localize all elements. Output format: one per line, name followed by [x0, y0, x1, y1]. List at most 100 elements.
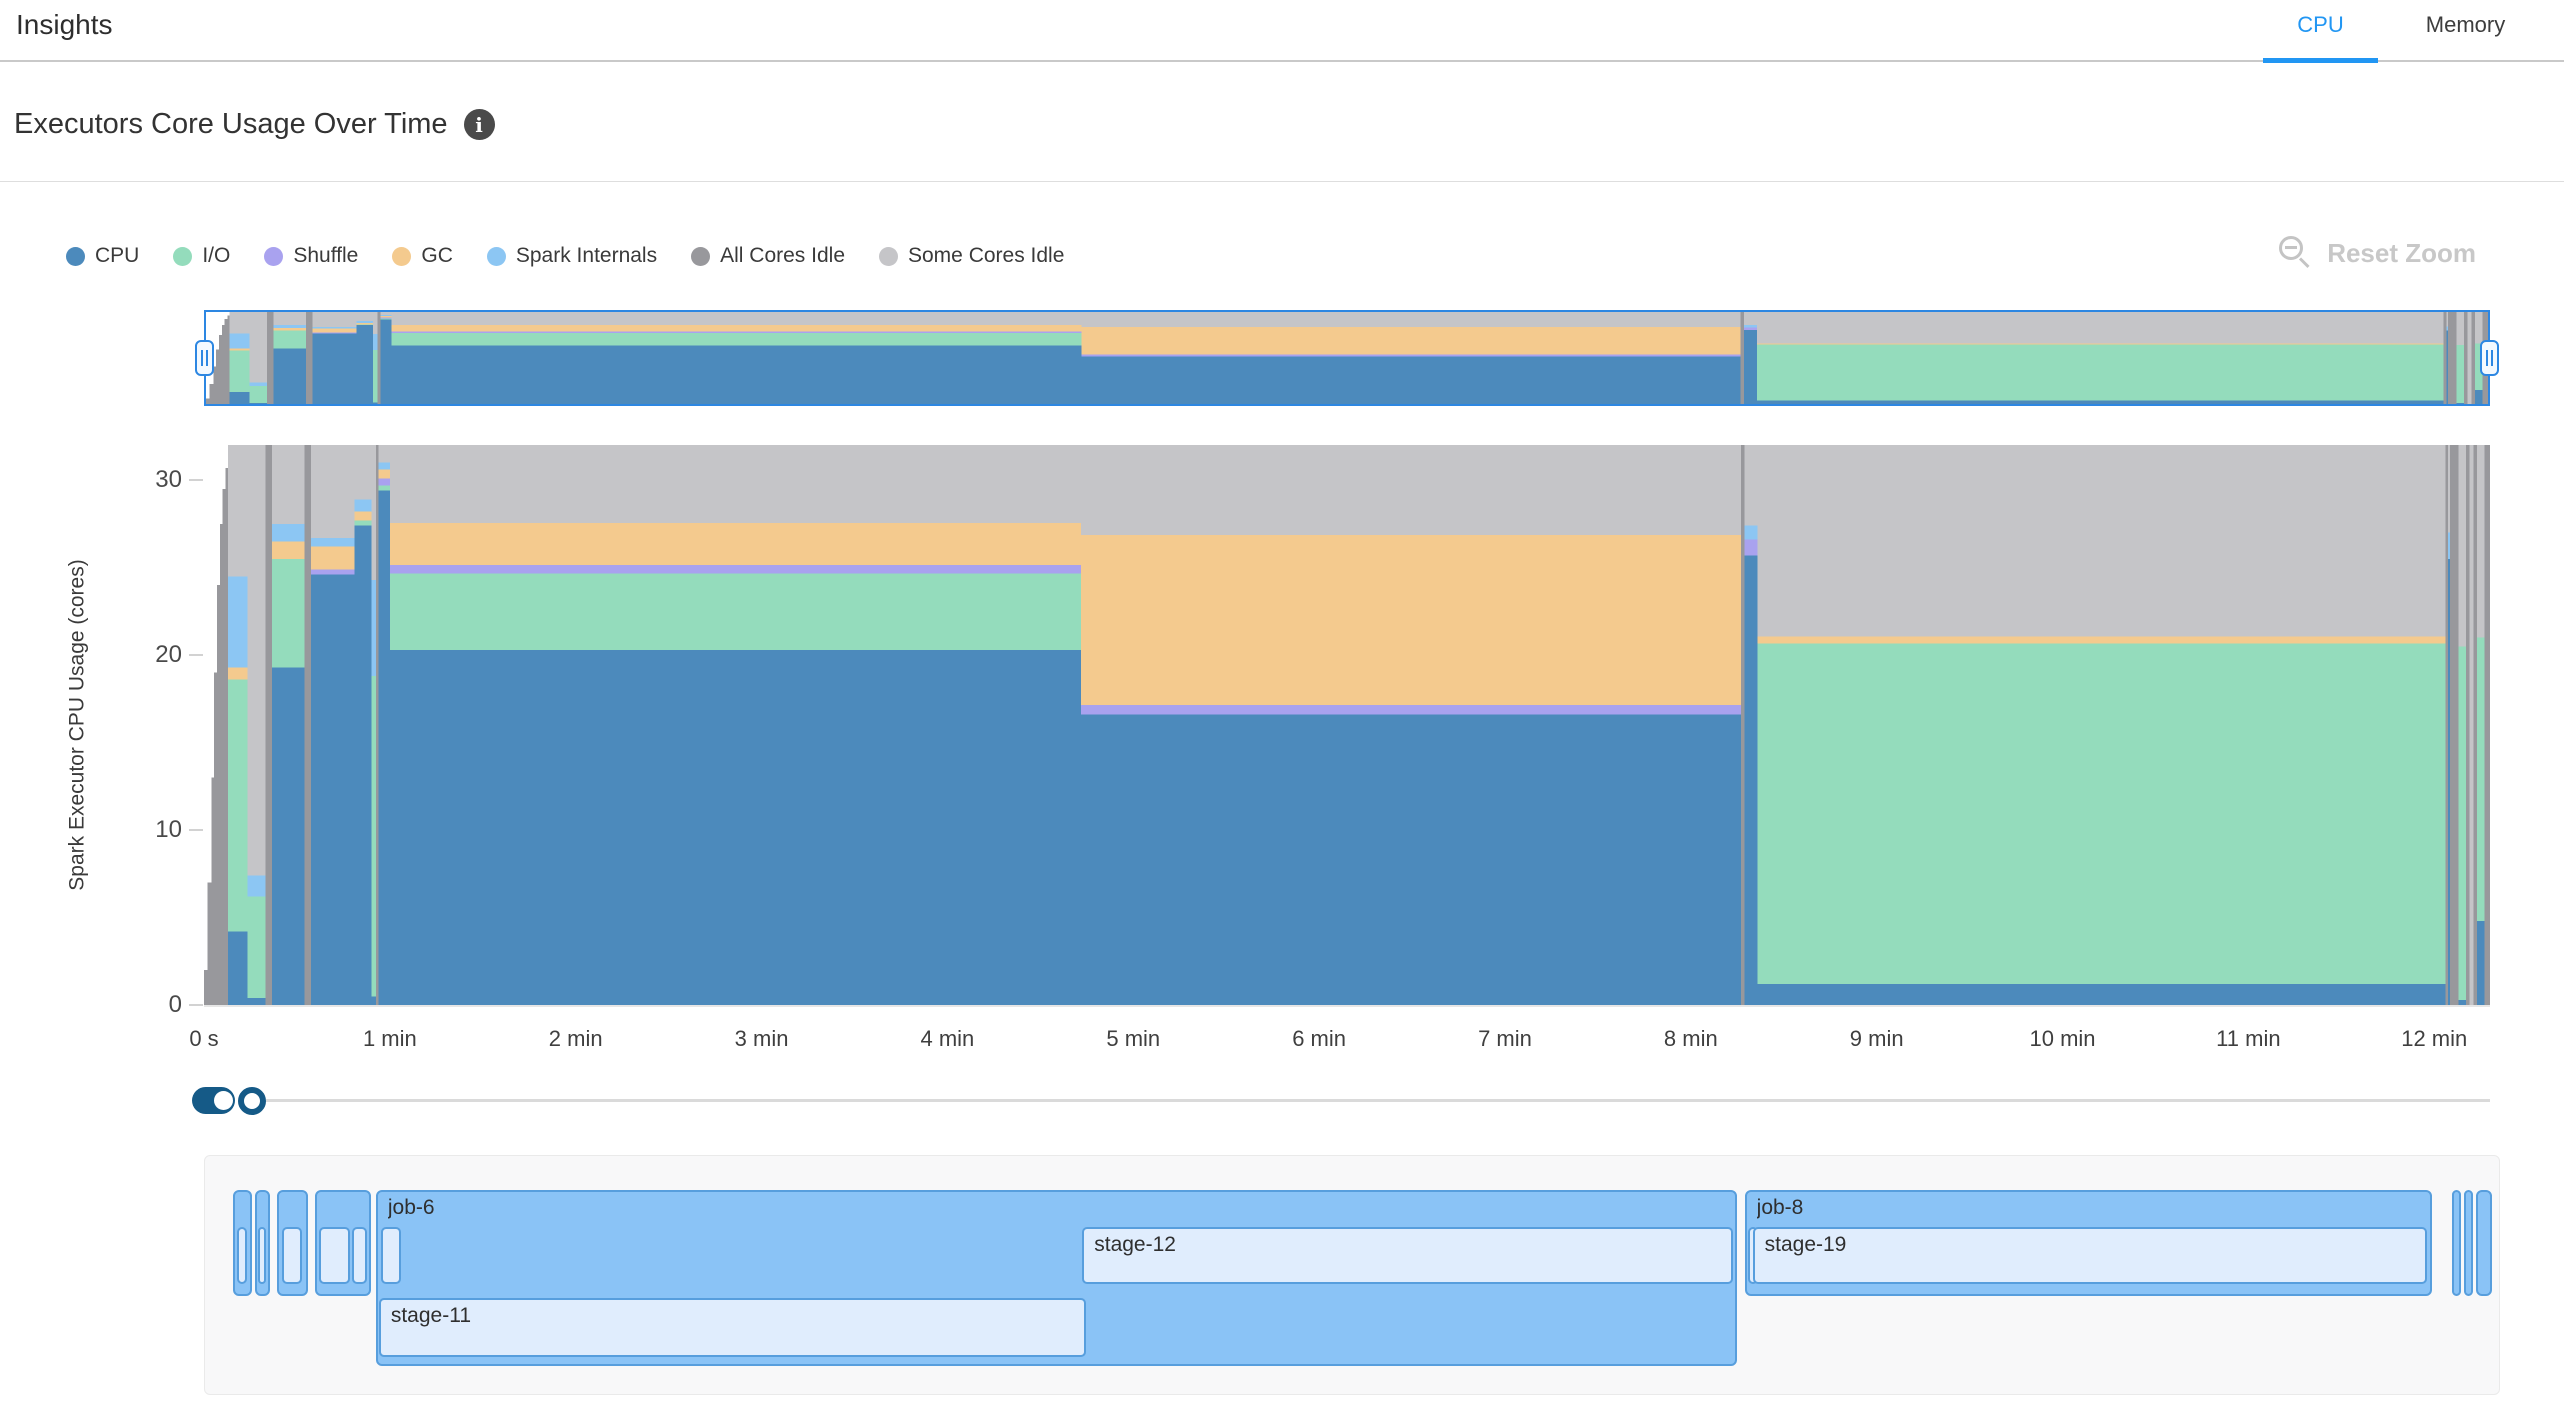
area-segment-some_idle [2446, 312, 2448, 326]
navigator-mini-chart[interactable] [206, 312, 2488, 404]
area-segment-shuffle [1745, 540, 1758, 556]
job-label: job-8 [1757, 1196, 1804, 1220]
legend-item-spark-internals[interactable]: Spark Internals [487, 244, 657, 268]
y-tick-label: 20 [132, 641, 182, 669]
x-tick-label: 10 min [1993, 1026, 2133, 1052]
legend-label: All Cores Idle [720, 244, 845, 268]
area-segment-some_idle [1081, 445, 1741, 535]
area-segment-some_idle [392, 312, 1082, 325]
slider-track [266, 1099, 2490, 1102]
area-segment-shuffle [392, 332, 1082, 333]
legend-dot [173, 247, 192, 266]
y-tick-mark [189, 1004, 203, 1006]
legend-item-all-cores-idle[interactable]: All Cores Idle [691, 244, 845, 268]
legend-item-cpu[interactable]: CPU [66, 244, 139, 268]
area-segment-internals [1744, 325, 1757, 327]
job-block-unnamed[interactable] [2476, 1190, 2492, 1296]
y-tick-mark [189, 479, 203, 481]
slider-handle[interactable] [238, 1087, 266, 1115]
job-label: job-6 [388, 1196, 435, 1220]
area-segment-cpu [1757, 401, 2443, 404]
stage-block-stage-11[interactable]: stage-11 [379, 1298, 1086, 1357]
area-segment-gc [392, 325, 1082, 332]
area-segment-io [371, 676, 376, 996]
stage-block-unnamed[interactable] [237, 1227, 247, 1284]
y-tick-mark [189, 654, 203, 656]
area-segment-internals [228, 576, 248, 667]
legend-item-i-o[interactable]: I/O [173, 244, 230, 268]
legend-dot [691, 247, 710, 266]
legend-dot [66, 247, 85, 266]
area-segment-some_idle [2468, 312, 2472, 404]
legend-label: I/O [202, 244, 230, 268]
tab-memory[interactable]: Memory [2398, 12, 2533, 62]
stage-block-unnamed[interactable] [319, 1227, 350, 1284]
area-segment-cpu [2475, 390, 2482, 404]
area-segment-all_idle [376, 445, 379, 1005]
legend-item-some-cores-idle[interactable]: Some Cores Idle [879, 244, 1064, 268]
stage-block-stage-19[interactable]: stage-19 [1753, 1227, 2427, 1284]
section-header: Executors Core Usage Over Time i [0, 64, 2564, 182]
info-icon[interactable]: i [464, 109, 495, 140]
area-segment-gc [274, 328, 306, 331]
legend-label: Shuffle [293, 244, 358, 268]
area-segment-cpu [2448, 559, 2450, 1005]
area-segment-all_idle [211, 778, 214, 1006]
x-tick-label: 6 min [1249, 1026, 1389, 1052]
x-tick-label: 0 s [134, 1026, 274, 1052]
x-tick-label: 1 min [320, 1026, 460, 1052]
slider-knob-icon[interactable] [214, 1091, 233, 1110]
x-tick-label: 11 min [2178, 1026, 2318, 1052]
area-segment-all_idle [2464, 312, 2468, 404]
area-segment-internals [272, 524, 305, 542]
legend-label: GC [421, 244, 453, 268]
area-segment-cpu [2456, 403, 2463, 404]
area-segment-io [379, 485, 390, 490]
area-segment-all_idle [204, 970, 208, 1005]
area-segment-io [248, 897, 266, 999]
insights-page: Insights CPU Memory Executors Core Usage… [0, 0, 2564, 1404]
chart-navigator[interactable] [204, 310, 2490, 406]
area-segment-io [356, 324, 373, 325]
area-segment-io [380, 319, 391, 320]
stage-block-unnamed[interactable] [258, 1227, 266, 1284]
area-segment-all_idle [2473, 445, 2477, 1005]
stage-block-unnamed[interactable] [381, 1227, 401, 1284]
reset-zoom-button[interactable]: Reset Zoom [2279, 236, 2476, 270]
job-block-unnamed[interactable] [2464, 1190, 2473, 1296]
area-segment-some_idle [2475, 312, 2482, 344]
area-segment-io [230, 351, 250, 392]
area-segment-some_idle [311, 445, 355, 538]
area-segment-some_idle [272, 445, 305, 524]
reset-zoom-label: Reset Zoom [2327, 238, 2476, 269]
area-segment-io [355, 520, 372, 525]
area-segment-some_idle [2477, 445, 2484, 638]
area-segment-some_idle [250, 312, 268, 383]
x-tick-label: 8 min [1621, 1026, 1761, 1052]
chart-zoom-slider [0, 1080, 2564, 1120]
area-segment-cpu [380, 319, 391, 404]
legend-item-shuffle[interactable]: Shuffle [264, 244, 358, 268]
area-segment-internals [248, 876, 266, 897]
cpu-usage-stacked-area-chart[interactable] [204, 445, 2490, 1005]
area-segment-all_idle [1741, 445, 1745, 1005]
area-segment-some_idle [355, 445, 372, 499]
navigator-left-handle[interactable] [195, 340, 214, 376]
legend-item-gc[interactable]: GC [392, 244, 453, 268]
legend-dot [879, 247, 898, 266]
tab-cpu[interactable]: CPU [2263, 12, 2378, 62]
job-block-unnamed[interactable] [2452, 1190, 2461, 1296]
top-header: Insights CPU Memory [0, 0, 2564, 62]
stage-block-unnamed[interactable] [352, 1227, 367, 1284]
navigator-right-handle[interactable] [2480, 340, 2499, 376]
area-segment-some_idle [2470, 445, 2474, 1005]
stage-block-unnamed[interactable] [282, 1227, 302, 1284]
area-segment-some_idle [228, 445, 248, 576]
x-tick-label: 4 min [877, 1026, 1017, 1052]
area-segment-cpu [1745, 555, 1758, 1005]
area-segment-all_idle [225, 319, 228, 404]
stage-block-stage-12[interactable]: stage-12 [1082, 1227, 1732, 1284]
area-segment-internals [1745, 526, 1758, 540]
area-segment-cpu [313, 333, 357, 404]
area-segment-gc [313, 329, 357, 333]
